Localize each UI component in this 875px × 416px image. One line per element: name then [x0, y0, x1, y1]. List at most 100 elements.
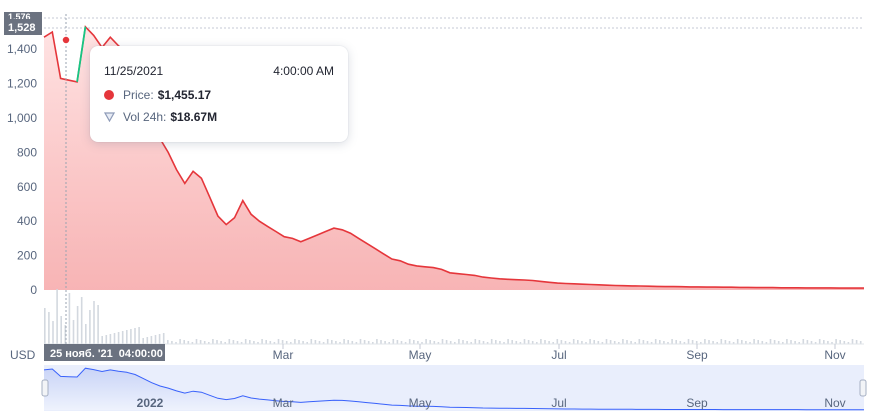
volume-bar [277, 339, 280, 344]
volume-bar [556, 339, 559, 344]
x-tag: 25 нояб. '21 04:00:00 [50, 348, 163, 360]
volume-bar [753, 339, 755, 344]
y-tick-label: 200 [17, 249, 37, 263]
volume-bar [265, 340, 267, 344]
y-axis: 0 200 400 600 800 1,000 1,200 1,400 [7, 42, 37, 297]
navigator-label: 2022 [137, 396, 164, 410]
y-tick-label: 400 [17, 214, 37, 228]
volume-bar [818, 339, 821, 344]
volume-bar [359, 339, 362, 344]
volume-bar [724, 340, 727, 344]
volume-bar [380, 340, 382, 344]
volume-bar [150, 336, 153, 344]
navigator-label: Nov [824, 396, 845, 410]
volume-bar [142, 338, 144, 344]
volume-bar [109, 334, 112, 344]
volume-bar [249, 340, 251, 344]
volume-bar [605, 339, 608, 344]
volume-bar [675, 340, 677, 344]
tooltip-time: 4:00:00 AM [273, 64, 334, 78]
volume-bar [425, 339, 427, 344]
volume-bar [523, 339, 526, 344]
volume-bar [44, 308, 46, 344]
volume-bar [343, 339, 345, 344]
volume-bar [691, 340, 694, 344]
volume-bar [89, 310, 91, 344]
navigator-label: Mar [273, 396, 294, 410]
volume-bar [839, 340, 841, 344]
volume-bar [572, 339, 575, 344]
volume-bar [687, 339, 690, 344]
tooltip-price-label: Price: [123, 88, 154, 102]
navigator-label: May [409, 396, 432, 410]
volume-bar [462, 340, 464, 344]
volume-bar [507, 339, 509, 344]
volume-bar [413, 340, 415, 344]
volume-bar [126, 330, 128, 344]
volume-bar [642, 340, 645, 344]
volume-bar [736, 339, 739, 344]
volume-bar [622, 339, 624, 344]
volume-bar [511, 340, 513, 344]
volume-bar [638, 339, 641, 344]
volume-bar [441, 339, 444, 344]
watermark-text: CoinMarketCap [740, 236, 824, 250]
x-tick-label: May [409, 348, 432, 362]
volume-bar [376, 339, 378, 344]
volume-bar [113, 333, 116, 344]
volume-bar [408, 339, 411, 344]
volume-bar [130, 329, 132, 344]
volume-bar [589, 339, 591, 344]
navigator-handle-right[interactable] [859, 379, 867, 397]
price-dot-icon [104, 90, 114, 100]
volume-bar [216, 340, 218, 344]
volume-bar [281, 340, 284, 344]
y-tag: 1,528 [8, 22, 36, 34]
volume-bar [540, 339, 542, 344]
volume-bar [802, 339, 805, 344]
volume-bar [310, 339, 313, 344]
volume-bar [478, 340, 481, 344]
x-tick-label: Mar [273, 348, 294, 362]
volume-bar [228, 339, 231, 344]
volume-bar [72, 320, 75, 344]
volume-bar [786, 339, 788, 344]
volume-bar [162, 333, 165, 344]
hover-point [61, 35, 71, 45]
volume-bar [626, 340, 628, 344]
volume-bar [117, 332, 120, 344]
navigator-handle-left[interactable] [41, 379, 49, 397]
volume-bar [52, 321, 54, 344]
volume-bar [458, 339, 460, 344]
volume-bar [93, 301, 95, 344]
y-tick-label: 1,000 [7, 111, 37, 125]
volume-bar [609, 340, 612, 344]
volume-bar [396, 340, 399, 344]
volume-bar [212, 339, 214, 344]
volume-bar [105, 335, 108, 344]
volume-bar [392, 339, 395, 344]
volume-bar [855, 340, 858, 344]
volume-bar [474, 339, 477, 344]
volume-bar [68, 293, 71, 344]
volume-bar [790, 340, 792, 344]
volume-bar [577, 340, 579, 344]
volume-bar [199, 340, 202, 344]
volume-bar [593, 340, 595, 344]
volume-bar [76, 306, 79, 344]
volume-bar [429, 340, 431, 344]
coinmarketcap-logo-icon [716, 234, 734, 252]
navigator-label: Sep [686, 396, 708, 410]
volume-bar [490, 339, 493, 344]
watermark: CoinMarketCap [716, 234, 823, 252]
x-tick-label: Nov [824, 348, 845, 362]
volume-bar [80, 297, 83, 344]
volume-bar [261, 339, 263, 344]
tooltip-volume-label: Vol 24h: [123, 110, 167, 124]
volume-bar [495, 340, 497, 344]
volume-bar [835, 339, 837, 344]
volume-bar [167, 340, 169, 344]
volume-bar [527, 340, 530, 344]
volume-bar [560, 340, 563, 344]
volume-bar [326, 339, 329, 344]
